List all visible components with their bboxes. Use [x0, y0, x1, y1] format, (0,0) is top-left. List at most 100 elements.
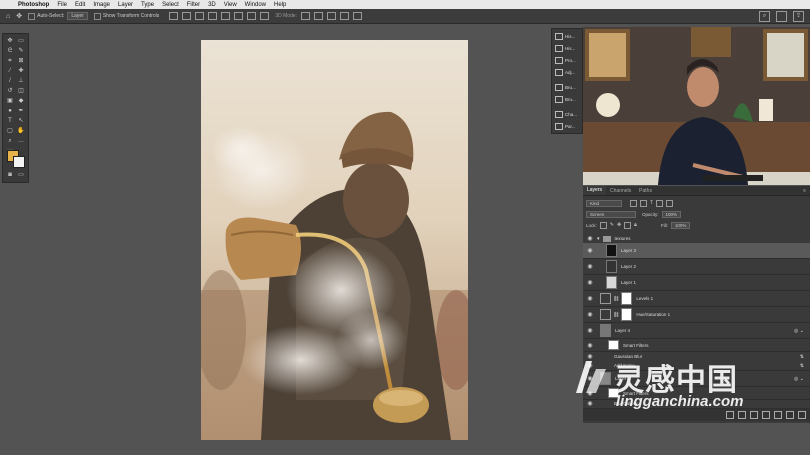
pen-tool-icon[interactable]: ✒ — [17, 108, 25, 114]
home-icon[interactable]: ⌂ — [6, 13, 10, 20]
menu-select[interactable]: Select — [162, 2, 179, 8]
align-center-icon[interactable] — [182, 12, 192, 20]
visibility-eye-icon[interactable]: ◉ — [586, 295, 594, 302]
smart-filter-indicator-icon[interactable]: ◎ ⌄ — [794, 328, 804, 334]
kind-filter-dropdown[interactable]: Kind — [586, 199, 622, 207]
paragraph-panel-button[interactable]: Par... — [555, 123, 576, 130]
link-icon[interactable]: ⛓ — [613, 296, 619, 302]
smart-filters-row[interactable]: ◉ Smart Filters — [583, 339, 810, 352]
layer-row[interactable]: ◉ Layer 1 — [583, 275, 810, 291]
character-panel-button[interactable]: Cha... — [555, 111, 577, 118]
type-filter-icon[interactable]: T — [650, 200, 653, 206]
layer-row[interactable]: ◉ Layer 4 ◎ ⌄ — [583, 323, 810, 339]
dodge-tool-icon[interactable]: ● — [6, 108, 14, 114]
brush-settings-panel-button[interactable]: Bru... — [555, 96, 576, 103]
share-icon[interactable]: ⇪ — [793, 11, 804, 22]
layer-row[interactable]: ◉ ⛓ Levels 1 — [583, 291, 810, 307]
visibility-eye-icon[interactable]: ◉ — [586, 311, 594, 318]
frame-tool-icon[interactable]: ⊠ — [17, 58, 25, 64]
blur-tool-icon[interactable]: ◆ — [17, 98, 25, 104]
path-select-icon[interactable]: ↖ — [17, 118, 25, 124]
tab-paths[interactable]: Paths — [635, 188, 656, 194]
menu-window[interactable]: Window — [245, 2, 266, 8]
gradient-tool-icon[interactable]: ▣ — [6, 98, 14, 104]
menu-image[interactable]: Image — [93, 2, 110, 8]
eyedropper-icon[interactable]: ⁄ — [6, 68, 14, 74]
layer-row-selected[interactable]: ◉ Layer 3 — [583, 243, 810, 259]
tab-layers[interactable]: Layers — [583, 186, 607, 195]
document-canvas[interactable] — [201, 40, 468, 440]
3d-scale-icon[interactable] — [352, 12, 362, 20]
quick-select-icon[interactable]: ✎ — [17, 48, 25, 54]
group-expand-icon[interactable]: ▾ — [597, 236, 600, 242]
workspace-icon[interactable] — [776, 11, 787, 22]
crop-tool-icon[interactable]: ⌗ — [6, 58, 14, 64]
menu-layer[interactable]: Layer — [118, 2, 133, 8]
hand-tool-icon[interactable]: ✋ — [17, 128, 25, 134]
menu-edit[interactable]: Edit — [75, 2, 85, 8]
opacity-field[interactable]: 100% — [661, 210, 682, 218]
menu-3d[interactable]: 3D — [208, 2, 216, 8]
marquee-tool-icon[interactable]: ▭ — [17, 38, 25, 44]
3d-roll-icon[interactable] — [313, 12, 323, 20]
quick-mask-icon[interactable]: ◙ — [6, 172, 14, 178]
link-icon[interactable]: ⛓ — [613, 312, 619, 318]
smart-object-filter-icon[interactable] — [666, 199, 674, 207]
lock-transparency-icon[interactable] — [599, 221, 607, 229]
background-color-swatch[interactable] — [13, 156, 25, 168]
visibility-eye-icon[interactable]: ◉ — [586, 247, 594, 254]
history-panel-button[interactable]: His... — [555, 33, 575, 40]
menu-type[interactable]: Type — [141, 2, 154, 8]
auto-select-checkbox[interactable] — [28, 12, 36, 20]
blend-mode-dropdown[interactable]: Screen — [586, 210, 636, 218]
pixel-filter-icon[interactable] — [630, 199, 637, 207]
type-tool-icon[interactable]: T — [6, 118, 14, 124]
more-options-icon[interactable] — [260, 12, 270, 20]
move-tool-icon[interactable]: ✥ — [16, 12, 22, 20]
align-top-icon[interactable] — [208, 12, 218, 20]
align-middle-icon[interactable] — [221, 12, 231, 20]
align-bottom-icon[interactable] — [234, 12, 244, 20]
adjustments-panel-button[interactable]: Adj... — [555, 69, 575, 76]
more-tools-icon[interactable]: … — [17, 138, 25, 144]
lock-all-icon[interactable]: 🔒︎ — [634, 222, 637, 228]
menu-view[interactable]: View — [224, 2, 237, 8]
show-transform-checkbox[interactable] — [93, 12, 101, 20]
visibility-eye-icon[interactable]: ◉ — [586, 235, 594, 242]
3d-orbit-icon[interactable] — [300, 12, 310, 20]
3d-slide-icon[interactable] — [339, 12, 349, 20]
3d-pan-icon[interactable] — [326, 12, 336, 20]
lasso-tool-icon[interactable]: ᘓ — [6, 48, 14, 54]
lock-position-icon[interactable]: ✥ — [617, 222, 621, 228]
history2-panel-button[interactable]: His... — [555, 45, 575, 52]
distribute-icon[interactable] — [247, 12, 257, 20]
layer-row[interactable]: ◉ Layer 2 — [583, 259, 810, 275]
eraser-tool-icon[interactable]: ◫ — [17, 88, 25, 94]
screen-mode-icon[interactable]: ▭ — [17, 172, 25, 178]
zoom-tool-icon[interactable]: ⌕ — [6, 138, 14, 144]
visibility-eye-icon[interactable]: ◉ — [586, 279, 594, 286]
menu-help[interactable]: Help — [274, 2, 286, 8]
shape-filter-icon[interactable] — [656, 199, 664, 207]
align-right-icon[interactable] — [195, 12, 205, 20]
tab-channels[interactable]: Channels — [606, 188, 635, 194]
properties-panel-button[interactable]: Pro... — [555, 57, 576, 64]
history-brush-icon[interactable]: ↺ — [6, 88, 14, 94]
move-tool-icon[interactable]: ✥ — [6, 38, 14, 44]
search-icon[interactable]: ⌕ — [759, 11, 770, 22]
healing-brush-icon[interactable]: ✚ — [17, 68, 25, 74]
shape-tool-icon[interactable]: ▢ — [6, 128, 14, 134]
filter-mask-thumbnail[interactable] — [608, 340, 619, 350]
visibility-eye-icon[interactable]: ◉ — [586, 327, 594, 334]
fill-field[interactable]: 100% — [670, 221, 691, 229]
menu-filter[interactable]: Filter — [187, 2, 200, 8]
panel-menu-icon[interactable]: ≡ — [799, 188, 810, 194]
auto-select-dropdown[interactable]: Layer — [67, 12, 88, 20]
lock-artboard-icon[interactable] — [624, 221, 632, 229]
clone-stamp-icon[interactable]: ⊥ — [17, 78, 25, 84]
brush-tool-icon[interactable]: / — [6, 78, 14, 84]
mask-thumbnail[interactable] — [621, 292, 633, 305]
layer-row[interactable]: ◉ ⛓ Hue/Saturation 1 — [583, 307, 810, 323]
lock-image-icon[interactable]: ✎ — [610, 222, 614, 228]
mask-thumbnail[interactable] — [621, 308, 633, 321]
